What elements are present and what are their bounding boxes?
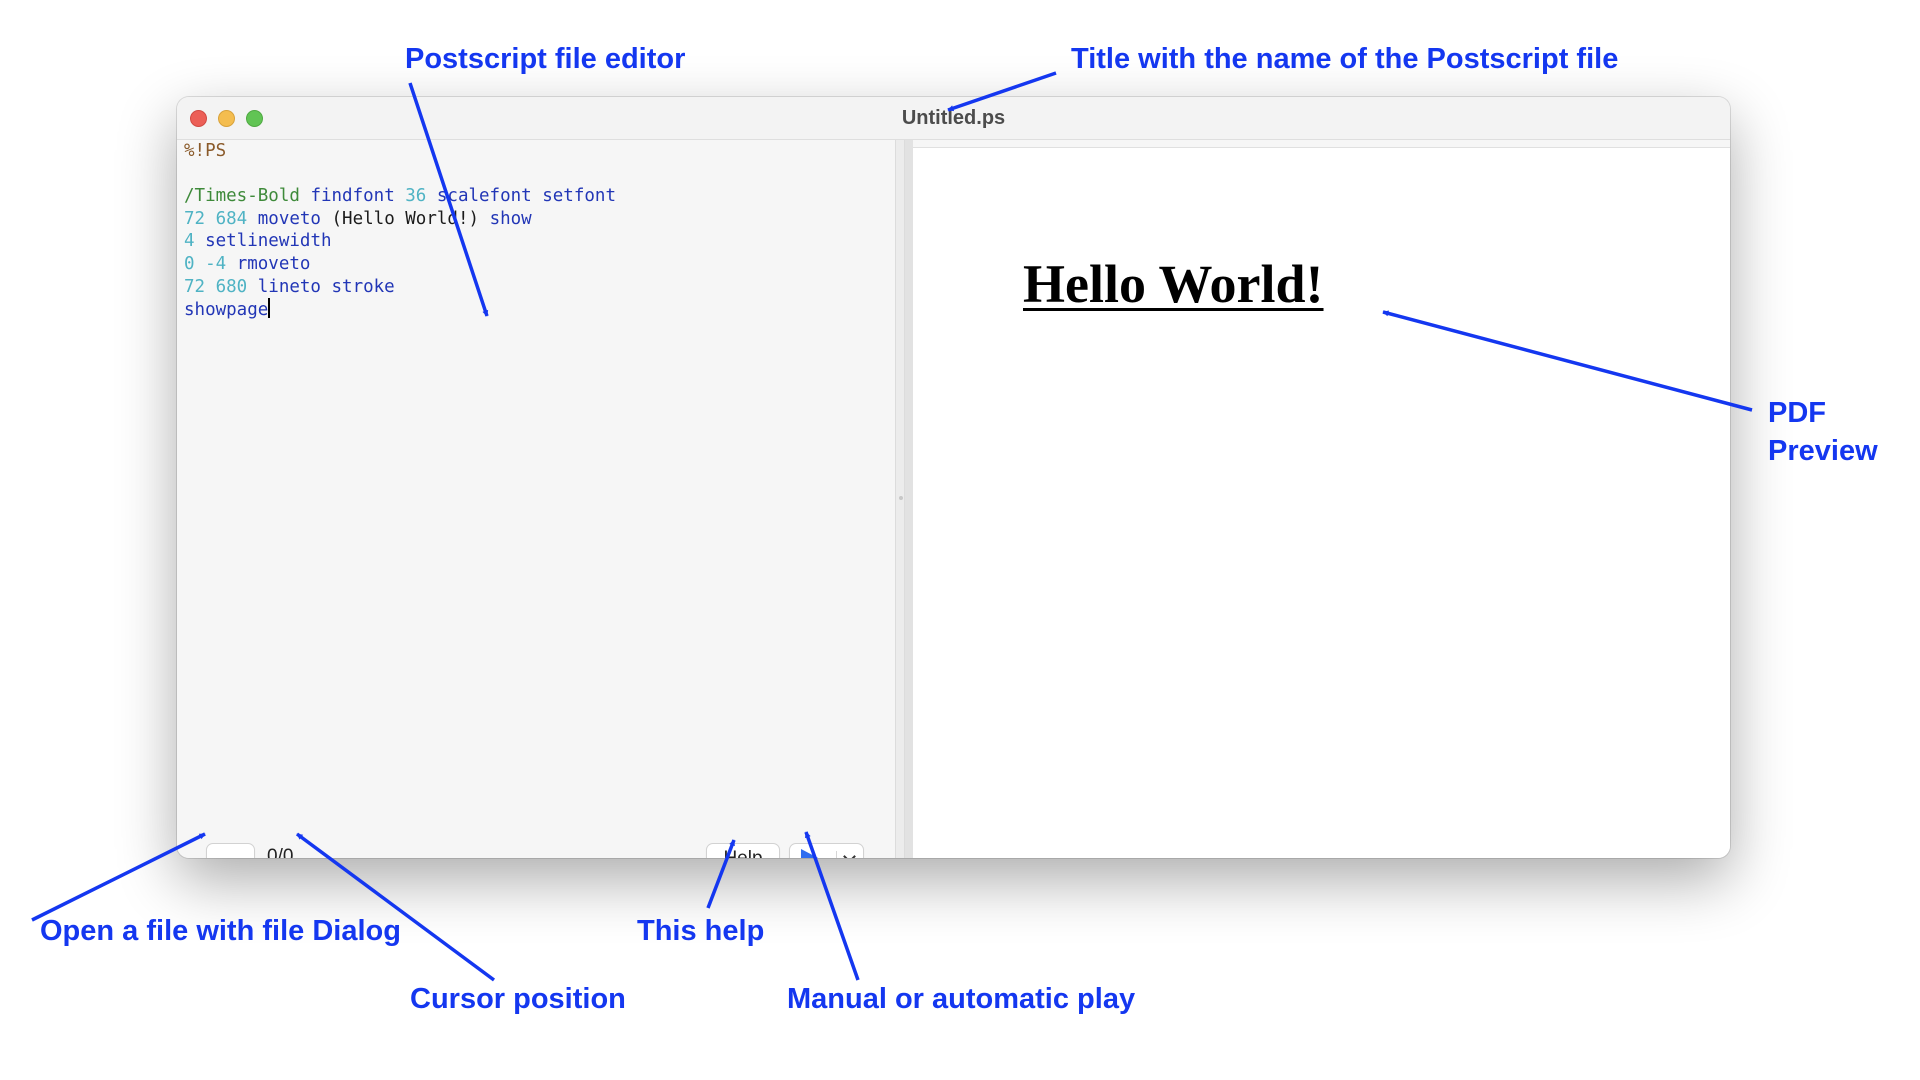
pdf-preview: Hello World! (913, 147, 1730, 858)
postscript-editor[interactable]: %!PS/Times-Bold findfont 36 scalefont se… (177, 140, 895, 858)
annotation-title: Title with the name of the Postscript fi… (1071, 43, 1619, 75)
code-token-op: show (479, 208, 532, 229)
code-token-name: /Times-Bold (184, 186, 300, 207)
annotation-editor: Postscript file editor (405, 43, 686, 75)
annotation-help: This help (637, 915, 765, 947)
pane-splitter[interactable] (895, 140, 905, 858)
help-button[interactable]: Help (706, 843, 780, 858)
preview-gutter (905, 140, 913, 858)
code-token-op: setlinewidth (194, 231, 332, 252)
code-token-comment: %!PS (184, 141, 227, 161)
code-token-str: (Hello World!) (331, 208, 480, 229)
code-token-op: showpage (184, 300, 269, 321)
code-text[interactable]: %!PS/Times-Bold findfont 36 scalefont se… (184, 140, 616, 321)
cursor-position: 0/0 (267, 846, 294, 858)
code-token-op: moveto (247, 208, 332, 229)
code-token-num: 72 684 (184, 208, 248, 229)
code-line[interactable]: 72 680 lineto stroke (184, 276, 616, 299)
play-icon[interactable] (801, 849, 822, 858)
annotation-open: Open a file with file Dialog (40, 915, 401, 947)
code-line[interactable]: 0 -4 rmoveto (184, 253, 616, 276)
splitter-handle[interactable] (899, 496, 903, 500)
code-line[interactable]: 72 684 moveto (Hello World!) show (184, 208, 616, 231)
code-line[interactable] (184, 163, 616, 186)
open-file-button[interactable]: ... (206, 843, 255, 858)
annotation-preview-line1: PDF (1768, 397, 1826, 429)
code-line[interactable]: 4 setlinewidth (184, 230, 616, 253)
code-line[interactable]: /Times-Bold findfont 36 scalefont setfon… (184, 185, 616, 208)
code-token-num: 72 680 (184, 276, 248, 297)
code-token-op: lineto stroke (247, 276, 395, 297)
play-button[interactable] (789, 843, 864, 858)
annotation-cursor: Cursor position (410, 983, 626, 1015)
code-token-op: rmoveto (226, 253, 311, 274)
code-token-num: 0 -4 (184, 253, 227, 274)
code-token-num: 4 (184, 231, 195, 252)
window-title: Untitled.ps (901, 107, 1006, 129)
app-window: Untitled.ps %!PS/Times-Bold findfont 36 … (177, 97, 1730, 858)
code-token-num: 36 (405, 186, 427, 207)
annotation-play: Manual or automatic play (787, 983, 1136, 1015)
chevron-down-icon[interactable] (843, 850, 856, 858)
code-line[interactable]: showpage (184, 298, 616, 321)
preview-hello-text: Hello World! (1023, 254, 1324, 314)
code-line[interactable]: %!PS (184, 140, 616, 163)
play-separator (836, 851, 837, 858)
annotation-preview-line2: Preview (1768, 435, 1878, 467)
code-token-op: scalefont setfont (426, 186, 616, 207)
title-bar[interactable]: Untitled.ps (177, 97, 1730, 140)
code-token-op: findfont (299, 186, 406, 207)
text-caret (268, 298, 270, 319)
